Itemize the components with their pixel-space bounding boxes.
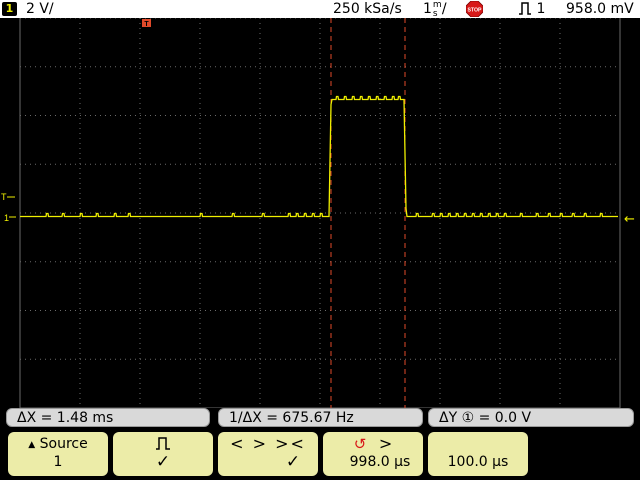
- delta-x-readout: ΔX = 1.48 ms: [6, 408, 210, 427]
- trigger-source: 1: [536, 1, 546, 17]
- pulse-icon: [113, 435, 213, 453]
- time-scale-suffix: /: [441, 1, 447, 17]
- trigger-position-label: T: [144, 21, 149, 28]
- edge-check: ✓: [155, 452, 171, 472]
- cursor-arrow: >: [378, 434, 393, 453]
- channel-1-ground-label: 1: [4, 213, 9, 223]
- channel-1-badge[interactable]: 1: [2, 2, 17, 16]
- inverse-delta-x-readout: 1/ΔX = 675.67 Hz: [218, 408, 423, 427]
- time-scale-value: 1: [423, 1, 432, 17]
- source-value: 1: [53, 454, 63, 470]
- rising-edge-trigger-icon: [519, 2, 531, 15]
- channel-1-trace: [20, 95, 618, 218]
- fine-adjust-value: 100.0 µs: [447, 454, 509, 470]
- cursor-position-value: 998.0 µs: [349, 454, 411, 470]
- delta-y-readout: ΔY ① = 0.0 V: [428, 408, 634, 427]
- cursor-mode-check: ✓: [285, 452, 301, 472]
- sample-rate: 250 kSa/s: [333, 1, 402, 17]
- trigger-info[interactable]: 1: [518, 0, 545, 18]
- fine-adjust-softkey[interactable]: 100.0 µs: [428, 432, 528, 476]
- source-label: Source: [39, 436, 88, 452]
- edge-softkey[interactable]: ✓: [113, 432, 213, 476]
- triangle-up-icon: ▲: [28, 440, 36, 450]
- cursor-position-softkey[interactable]: ↺ > 998.0 µs: [323, 432, 423, 476]
- trigger-level-marker-label: T: [1, 192, 7, 202]
- source-softkey-title: ▲ Source: [8, 435, 108, 454]
- rotate-knob-icon: ↺: [353, 435, 367, 453]
- time-scale[interactable]: 1 m s /: [423, 0, 447, 19]
- source-softkey[interactable]: ▲ Source 1: [8, 432, 108, 476]
- cursor-mode-arrows: < > ><: [230, 434, 306, 453]
- stop-icon[interactable]: STOP: [466, 1, 483, 17]
- vertical-scale[interactable]: 2 V/: [26, 0, 54, 18]
- cursor-position-title: ↺ >: [323, 435, 423, 454]
- cursor-mode-softkey[interactable]: < > >< ✓: [218, 432, 318, 476]
- trigger-position-marker[interactable]: T: [142, 19, 151, 28]
- status-bar: 1 2 V/ 250 kSa/s 1 m s / STOP 1 958.0 mV: [0, 0, 640, 19]
- run-state-label: STOP: [467, 7, 482, 13]
- time-scale-unit: ms: [432, 0, 442, 19]
- waveform-display[interactable]: T T 1 ←: [0, 18, 640, 408]
- trigger-level-marker[interactable]: T: [1, 192, 15, 202]
- right-level-arrow-icon: ←: [624, 212, 635, 227]
- trigger-level[interactable]: 958.0 mV: [566, 0, 634, 18]
- channel-1-ground-marker[interactable]: 1: [4, 213, 16, 223]
